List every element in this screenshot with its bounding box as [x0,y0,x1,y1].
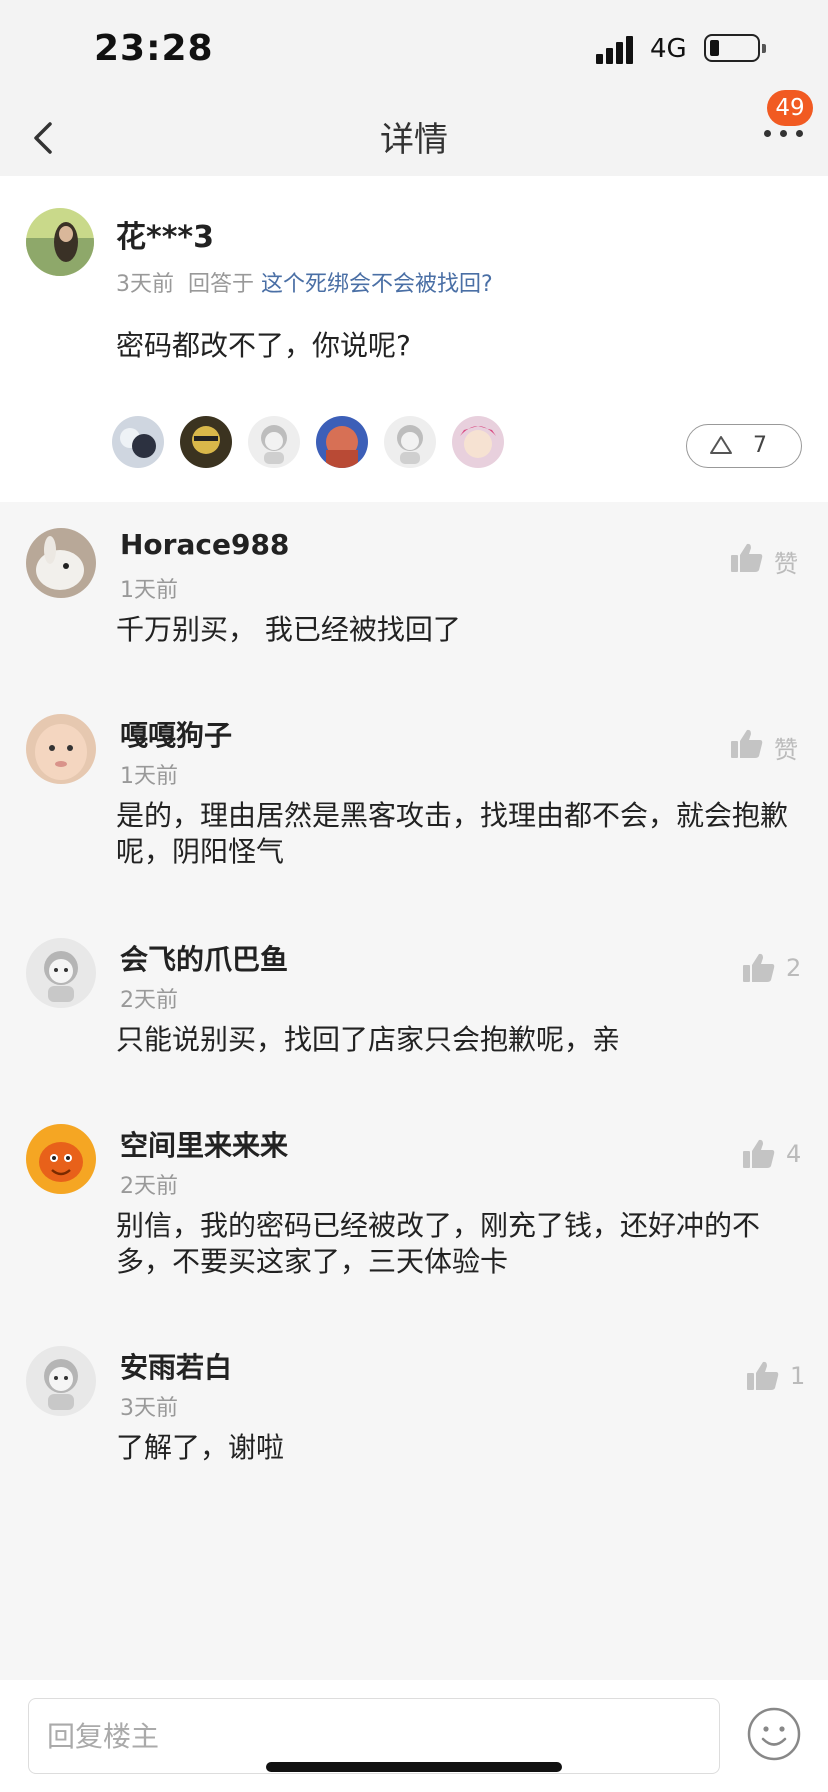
liker-avatar[interactable] [384,416,436,468]
like-label: 赞 [774,550,798,578]
commenter-name[interactable]: 嘎嘎狗子 [120,714,232,754]
status-time: 23:28 [94,28,214,69]
post-time: 3天前 [116,272,174,297]
comment-text: 千万别买， 我已经被找回了 [116,613,461,646]
page-title: 详情 [380,120,448,160]
reply-bar [0,1680,828,1792]
battery-icon [704,34,766,62]
comment-time: 2天前 [120,1174,178,1199]
liker-avatar[interactable] [248,416,300,468]
likers-avatars [112,416,532,472]
liker-avatar[interactable] [452,416,504,468]
thumbs-up-icon [731,543,763,572]
comment-item: 安雨若白 3天前 了解了，谢啦 1 [0,1346,828,1476]
notification-badge: 49 [767,90,813,126]
main-post: 花***3 3天前 回答于 这个死绑会不会被找回? 密码都改不了，你说呢? 7 [0,176,828,502]
network-type: 4G [650,34,687,64]
more-icon[interactable] [764,126,804,146]
liker-avatar[interactable] [316,416,368,468]
status-bar: 23:28 4G [0,0,828,100]
comment-time: 3天前 [120,1396,178,1421]
comment-item: 空间里来来来 2天前 别信，我的密码已经被改了，刚充了钱，还好冲的不多，不要买这… [0,1124,828,1284]
comment-text: 是的，理由居然是黑客攻击，找理由都不会，就会抱歉呢，阴阳怪气 [116,799,789,868]
comment-text: 只能说别买，找回了店家只会抱歉呢，亲 [116,1023,621,1056]
author-avatar[interactable] [26,208,94,276]
commenter-name[interactable]: 会飞的爪巴鱼 [120,938,288,978]
thumbs-up-icon [731,729,763,758]
signal-icon [596,34,638,64]
post-content: 密码都改不了，你说呢? [116,329,411,362]
comment-time: 2天前 [120,988,178,1013]
comment-item: Horace988 1天前 千万别买， 我已经被找回了 赞 [0,528,828,678]
commenter-name[interactable]: 安雨若白 [120,1346,232,1386]
home-indicator[interactable] [266,1762,562,1772]
comment-time: 1天前 [120,764,178,789]
commenter-name[interactable]: Horace988 [120,528,289,561]
commenter-avatar[interactable] [26,938,96,1008]
commenter-avatar[interactable] [26,528,96,598]
question-link[interactable]: 这个死绑会不会被找回? [261,272,493,297]
commenter-avatar[interactable] [26,1124,96,1194]
thumbs-up-icon [747,1361,779,1390]
reply-prefix: 回答于 [188,272,255,297]
commenter-name[interactable]: 空间里来来来 [120,1124,288,1164]
post-meta: 3天前 回答于 这个死绑会不会被找回? [116,266,493,298]
thumbs-up-icon [743,953,775,982]
liker-avatar[interactable] [180,416,232,468]
upvote-button[interactable]: 7 [686,424,802,468]
like-count: 1 [790,1362,806,1390]
comment-item: 会飞的爪巴鱼 2天前 只能说别买，找回了店家只会抱歉呢，亲 2 [0,938,828,1068]
upvote-icon [710,436,732,454]
like-label: 赞 [774,736,798,764]
thumbs-up-icon [743,1139,775,1168]
comment-item: 嘎嘎狗子 1天前 是的，理由居然是黑客攻击，找理由都不会，就会抱歉呢，阴阳怪气 … [0,714,828,874]
author-name[interactable]: 花***3 [116,212,214,256]
like-count: 4 [786,1140,802,1168]
commenter-avatar[interactable] [26,1346,96,1416]
comment-time: 1天前 [120,578,178,603]
emoji-icon[interactable] [746,1706,802,1762]
comment-text: 别信，我的密码已经被改了，刚充了钱，还好冲的不多，不要买这家了，三天体验卡 [116,1209,761,1278]
like-count: 2 [786,954,802,982]
upvote-count: 7 [753,433,767,458]
liker-avatar[interactable] [112,416,164,468]
commenter-avatar[interactable] [26,714,96,784]
comment-text: 了解了，谢啦 [116,1431,285,1464]
nav-bar: 详情 49 [0,90,828,176]
